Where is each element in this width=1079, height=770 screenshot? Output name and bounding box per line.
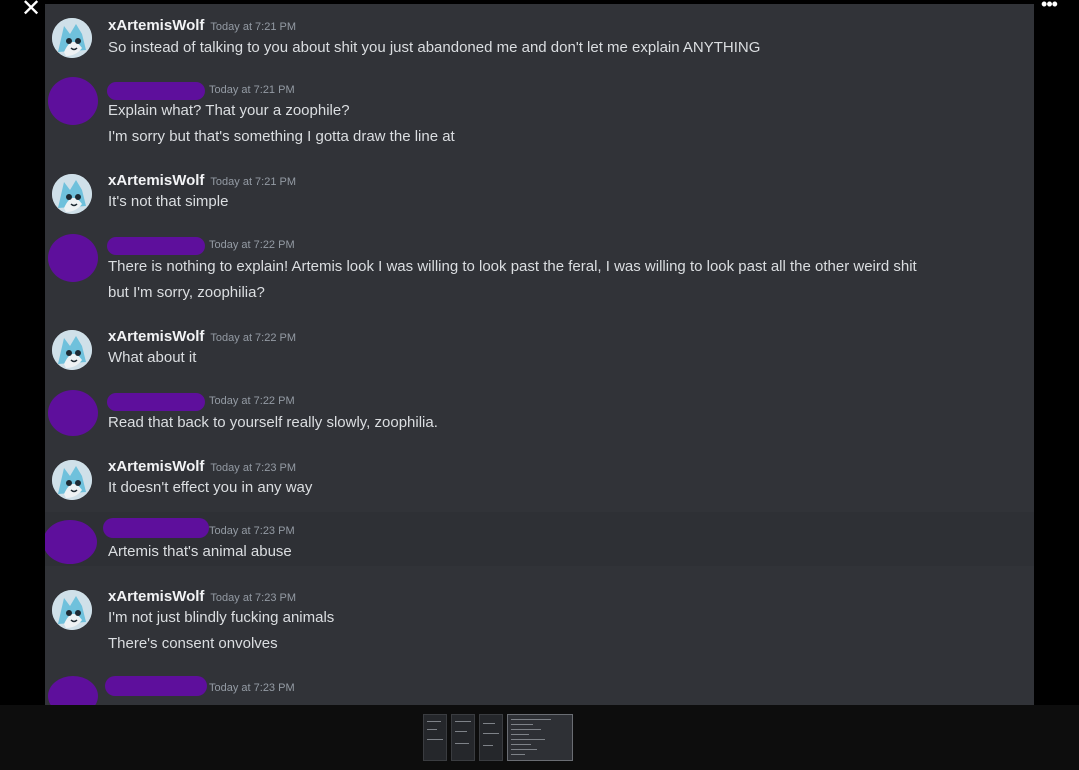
- thumbnail[interactable]: [479, 714, 503, 761]
- chat-message: Today at 7:22 PM There is nothing to exp…: [45, 228, 1034, 316]
- timestamp: Today at 7:22 PM: [209, 239, 295, 251]
- timestamp: Today at 7:22 PM: [210, 332, 297, 344]
- timestamp: Today at 7:21 PM: [210, 21, 297, 33]
- wolf-avatar-icon[interactable]: [52, 590, 92, 630]
- chat-message: xArtemisWolf Today at 7:21 PM So instead …: [45, 8, 1034, 68]
- message-text: Explain what? That your a zoophile?: [108, 102, 350, 119]
- chat-screenshot: xArtemisWolf Today at 7:21 PM So instead …: [45, 4, 1034, 705]
- username[interactable]: xArtemisWolf: [108, 172, 204, 189]
- redacted-avatar: [48, 77, 98, 125]
- wolf-avatar-icon[interactable]: [52, 174, 92, 214]
- timestamp: Today at 7:23 PM: [209, 682, 295, 694]
- username[interactable]: xArtemisWolf: [108, 458, 204, 475]
- message-text: It's not that simple: [108, 193, 229, 210]
- timestamp: Today at 7:22 PM: [209, 395, 295, 407]
- close-icon[interactable]: ✕: [18, 0, 44, 21]
- redacted-username: [107, 82, 205, 100]
- message-text: What about it: [108, 349, 197, 366]
- thumbnail[interactable]: [423, 714, 447, 761]
- chat-message: xArtemisWolf Today at 7:22 PM What about …: [45, 320, 1034, 380]
- thumbnail-active[interactable]: [507, 714, 573, 761]
- chat-message: Today at 7:23 PM: [45, 668, 1034, 705]
- redacted-avatar: [48, 390, 98, 436]
- chat-message: xArtemisWolf Today at 7:21 PM It's not th…: [45, 164, 1034, 224]
- message-text: I'm not just blindly fucking animals: [108, 609, 335, 626]
- message-text: but I'm sorry, zoophilia?: [108, 284, 265, 301]
- username[interactable]: xArtemisWolf: [108, 17, 204, 34]
- message-text: There's consent onvolves: [108, 635, 278, 652]
- redacted-username: [107, 237, 205, 255]
- redacted-avatar: [48, 676, 98, 705]
- redacted-username: [107, 393, 205, 411]
- message-text: Artemis that's animal abuse: [108, 543, 292, 560]
- timestamp: Today at 7:23 PM: [209, 525, 295, 537]
- wolf-avatar-icon[interactable]: [52, 460, 92, 500]
- message-text: So instead of talking to you about shit …: [108, 39, 761, 56]
- redacted-avatar: [45, 520, 97, 564]
- message-text: It doesn't effect you in any way: [108, 479, 313, 496]
- timestamp: Today at 7:23 PM: [210, 462, 297, 474]
- chat-message: Today at 7:21 PM Explain what? That your…: [45, 72, 1034, 160]
- message-text: I'm sorry but that's something I gotta d…: [108, 128, 455, 145]
- timestamp: Today at 7:23 PM: [210, 592, 297, 604]
- username[interactable]: xArtemisWolf: [108, 328, 204, 345]
- thumbnail[interactable]: [451, 714, 475, 761]
- chat-message: Today at 7:22 PM Read that back to yours…: [45, 384, 1034, 444]
- chat-message: Today at 7:23 PM Artemis that's animal a…: [45, 512, 1034, 566]
- timestamp: Today at 7:21 PM: [210, 176, 297, 188]
- more-options-icon[interactable]: •••: [1039, 0, 1059, 13]
- redacted-username: [105, 676, 207, 696]
- chat-message: xArtemisWolf Today at 7:23 PM It doesn't …: [45, 450, 1034, 510]
- redacted-avatar: [48, 234, 98, 282]
- chat-message: xArtemisWolf Today at 7:23 PM I'm not jus…: [45, 580, 1034, 660]
- wolf-avatar-icon[interactable]: [52, 330, 92, 370]
- username[interactable]: xArtemisWolf: [108, 588, 204, 605]
- wolf-avatar-icon[interactable]: [52, 18, 92, 58]
- timestamp: Today at 7:21 PM: [209, 84, 295, 96]
- message-text: Read that back to yourself really slowly…: [108, 414, 438, 431]
- thumbnail-strip: [0, 705, 1079, 770]
- redacted-username: [103, 518, 209, 538]
- message-text: There is nothing to explain! Artemis loo…: [108, 258, 917, 275]
